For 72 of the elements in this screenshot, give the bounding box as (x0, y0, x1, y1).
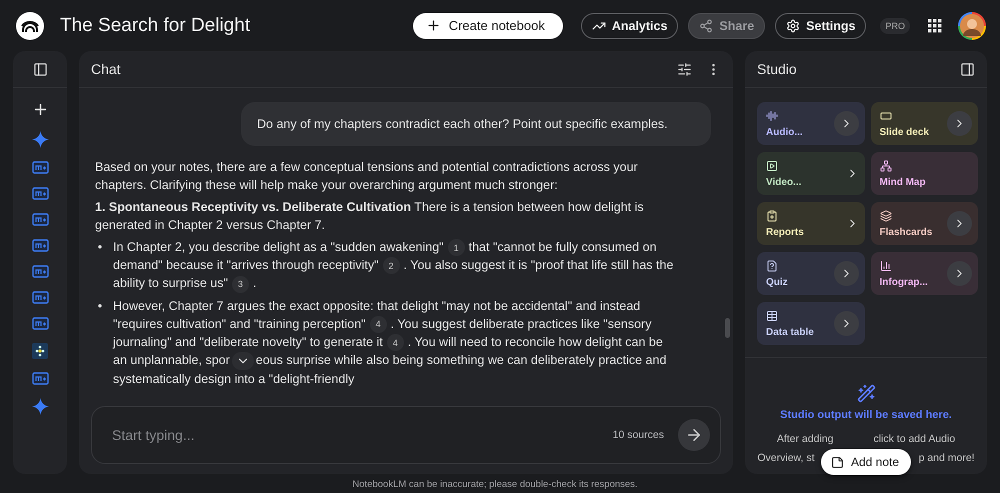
studio-tile[interactable]: Data table (757, 302, 864, 345)
studio-tile[interactable]: Audio... (757, 102, 864, 145)
video-icon (766, 160, 778, 172)
disclaimer-text: NotebookLM can be inaccurate; please double-check its responses. (352, 479, 638, 490)
studio-tile[interactable]: Video... (757, 152, 864, 195)
table-icon (766, 310, 778, 322)
answer-text: 1. Spontaneous Receptivity vs. Deliberate Cultivation There is a tension between how delight is generated in Chapter 2 versus Chapter 7. (95, 199, 645, 234)
cards-icon (880, 210, 892, 222)
studio-tile[interactable]: Quiz (757, 252, 864, 295)
notebook-title: The Search for Delight (60, 14, 252, 36)
note-icon[interactable] (32, 239, 48, 252)
share-icon (699, 18, 714, 32)
note-icon[interactable] (32, 187, 48, 200)
citation-chip[interactable]: 3 (232, 276, 249, 293)
send-button[interactable] (678, 419, 710, 451)
chart-icon (880, 260, 892, 272)
answer-text: However, Chapter 7 argues the exact opposite: that delight "may not be accidental" and instead "requires cultivation" and "training perception" 4 . You suggest deliberate practices like "sensory journaling" and "deliberate novelty" to generate it 4 . You will need to reconcile how delight can be an unplannable, spor eous surprise while also being something we can deliberately practice and systematically design into a "delight-friendly (113, 298, 668, 388)
user-message: Do any of my chapters contradict each other? Point out specific examples. (241, 102, 711, 146)
studio-tile[interactable]: Mind Map (870, 152, 978, 195)
note-icon[interactable] (32, 265, 48, 278)
scroll-down-button[interactable] (232, 352, 254, 370)
note-icon[interactable] (32, 372, 48, 385)
create-notebook-button[interactable]: Create notebook (412, 12, 563, 38)
apps-icon[interactable] (928, 18, 942, 32)
sparkle-icon[interactable] (32, 131, 48, 148)
studio-tile[interactable]: Reports (757, 202, 864, 245)
citation-chip[interactable]: 2 (382, 257, 400, 274)
empty-title: Studio output will be saved here. (780, 409, 952, 421)
studio-tile[interactable]: Slide deck (870, 102, 978, 145)
scrollbar[interactable] (725, 318, 730, 338)
note-icon[interactable] (32, 291, 48, 304)
slide-icon (880, 110, 892, 122)
panel-toggle-icon[interactable] (960, 62, 975, 76)
arrow-right-icon (685, 426, 703, 444)
message-field[interactable]: Start typing... (110, 426, 599, 444)
bullet-marker: • (96, 298, 104, 315)
studio-tile[interactable]: Flashcards (870, 202, 978, 245)
answer-text: Based on your notes, there are a few conceptual tensions and potential contradictions across your chapters. Clarifying these will help make your overarching argument much stronger: (95, 159, 639, 194)
add-note-button[interactable]: Add note (820, 449, 912, 475)
settings-button[interactable]: Settings (775, 12, 866, 38)
empty-description: p and more! (918, 451, 975, 466)
note-icon[interactable] (32, 161, 48, 174)
note-icon (830, 456, 844, 468)
studio-tile[interactable]: Infograp... (870, 252, 978, 295)
note-icon[interactable] (32, 317, 48, 330)
bullet-marker: • (96, 239, 104, 256)
soundwave-icon (766, 110, 778, 122)
user-avatar[interactable] (958, 12, 986, 40)
note-icon[interactable] (32, 213, 48, 226)
settings-icon (786, 18, 800, 32)
panel-toggle-icon[interactable] (32, 62, 48, 76)
empty-description: click to add Audio (873, 432, 956, 447)
empty-description: Overview, st (757, 451, 815, 466)
plus-icon (426, 18, 441, 33)
citation-chip[interactable]: 4 (370, 316, 387, 333)
panel-title: Studio (757, 61, 798, 77)
plan-badge: PRO (880, 18, 910, 34)
app-logo[interactable] (16, 12, 44, 40)
citation-chip[interactable]: 4 (386, 334, 404, 352)
answer-text: In Chapter 2, you describe delight as a "sudden awakening" 1 that "cannot be fully consumed on demand" because it "arrives through receptivity" 2 . You also suggest it is "proof that life still has the ability to surprise us" 3 . (113, 238, 675, 293)
sparkle-icon[interactable] (32, 398, 48, 415)
clipboard-icon (766, 210, 778, 222)
source-icon[interactable] (32, 343, 48, 359)
settings-icon[interactable] (677, 62, 692, 76)
question-icon (766, 260, 778, 272)
panel-title: Chat (91, 61, 122, 77)
source-count: 10 sources (612, 429, 664, 441)
magic-wand-icon (856, 384, 876, 403)
citation-chip[interactable]: 1 (448, 239, 465, 256)
analytics-button[interactable]: Analytics (580, 12, 678, 38)
diagram-icon (880, 160, 892, 172)
empty-description: After adding (776, 432, 834, 447)
